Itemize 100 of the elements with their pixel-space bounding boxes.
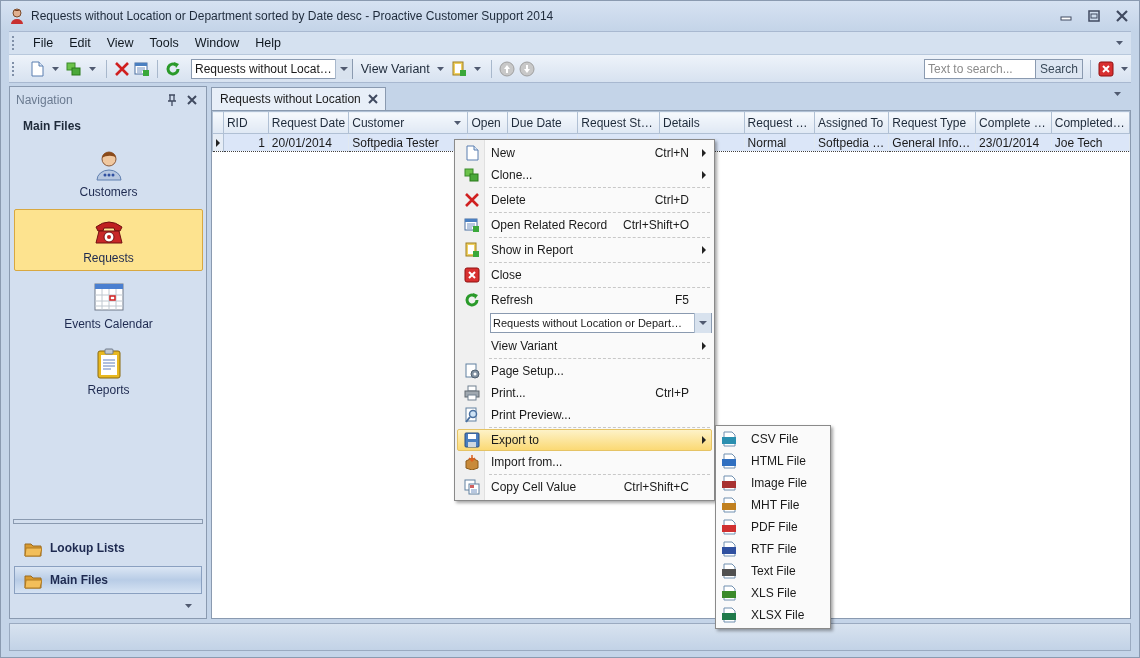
refresh-icon[interactable] — [165, 60, 181, 77]
menu-item[interactable]: Edit — [61, 36, 99, 50]
column-header[interactable]: Assigned To — [814, 111, 889, 134]
menu-item[interactable]: Show in Report — [457, 239, 712, 261]
window-title: Requests without Location or Department sorted by Date desc - Proactive Customer Support 2014 — [31, 9, 554, 23]
caret-icon[interactable] — [52, 66, 59, 71]
nav-item[interactable]: Requests — [14, 209, 203, 271]
report-icon[interactable] — [450, 60, 467, 77]
menu-item[interactable]: File — [25, 36, 62, 50]
column-header[interactable]: Due Date — [507, 111, 578, 134]
file-icon — [721, 497, 737, 513]
column-header[interactable]: Request Date — [268, 111, 349, 134]
close-icon[interactable] — [366, 93, 379, 105]
copy-icon — [464, 479, 480, 495]
nav-group[interactable]: Main Files — [14, 566, 202, 594]
column-header[interactable]: RID — [223, 111, 269, 134]
close-icon — [464, 267, 480, 283]
nav-item[interactable]: Customers — [14, 143, 203, 205]
nav-item[interactable]: Reports — [14, 341, 203, 403]
menu-item[interactable]: CSV File — [716, 428, 830, 450]
close-button[interactable] — [1113, 9, 1131, 23]
menu-item[interactable]: Clone... — [457, 164, 712, 186]
menu-item[interactable]: Page Setup... — [457, 360, 712, 382]
menu-item[interactable]: Import from... — [457, 451, 712, 473]
column-header[interactable]: Request Type — [888, 111, 976, 134]
menu-item[interactable]: RTF File — [716, 538, 830, 560]
menu-item[interactable]: XLS File — [716, 582, 830, 604]
column-header[interactable]: Details — [659, 111, 745, 134]
caret-icon — [334, 58, 352, 79]
menu-item[interactable]: Window — [186, 36, 248, 50]
file-icon — [721, 607, 737, 623]
clone-icon[interactable] — [66, 60, 82, 77]
column-header[interactable]: Request … — [744, 111, 815, 134]
view-variant-button[interactable]: View Variant — [360, 61, 430, 76]
caret-icon[interactable] — [454, 121, 462, 125]
menu-item[interactable]: MHT File — [716, 494, 830, 516]
report-icon — [464, 242, 480, 258]
column-header[interactable]: Complete … — [975, 111, 1052, 134]
nav-group[interactable]: Lookup Lists — [14, 534, 202, 562]
column-header[interactable]: Open — [467, 111, 508, 134]
box-icon — [464, 454, 480, 470]
cubes-icon — [464, 167, 480, 183]
menu-item[interactable]: Delete Ctrl+D — [457, 189, 712, 211]
nav-item[interactable]: Events Calendar — [14, 275, 203, 337]
file-icon — [721, 475, 737, 491]
pin-icon[interactable] — [166, 94, 178, 106]
user-icon — [9, 8, 25, 24]
file-icon — [721, 585, 737, 601]
file-icon — [721, 431, 737, 447]
view-variant-dropdown[interactable]: Requests without Locat… — [191, 58, 353, 79]
caret-icon[interactable] — [1114, 92, 1121, 96]
file-icon — [721, 563, 737, 579]
maximize-button[interactable] — [1085, 9, 1103, 23]
menu-item[interactable]: Tools — [141, 36, 187, 50]
row-pointer-icon — [215, 138, 220, 147]
menu-item[interactable]: Copy Cell Value Ctrl+Shift+C — [457, 476, 712, 498]
column-header[interactable]: Request St… — [577, 111, 660, 134]
caret-icon[interactable] — [473, 66, 481, 71]
column-header[interactable]: Customer — [348, 111, 468, 134]
menu-item[interactable]: Print Preview... — [457, 404, 712, 426]
menu-item[interactable]: Image File — [716, 472, 830, 494]
menu-item[interactable]: XLSX File — [716, 604, 830, 626]
search-field[interactable]: Text to search... — [923, 58, 1036, 79]
column-header[interactable]: Completed… — [1051, 111, 1130, 134]
file-icon — [721, 519, 737, 535]
new-document-icon[interactable] — [29, 60, 45, 77]
calendar-icon — [92, 281, 125, 313]
menu-item[interactable]: Export to — [457, 429, 712, 451]
caret-icon — [694, 313, 711, 333]
menu-item[interactable]: PDF File — [716, 516, 830, 538]
menu-item[interactable]: Refresh F5 — [457, 289, 712, 311]
file-icon — [721, 453, 737, 469]
menu-item[interactable]: Text File — [716, 560, 830, 582]
panel-title: Navigation — [16, 93, 73, 107]
menu-item[interactable]: Open Related Record Ctrl+Shift+O — [457, 214, 712, 236]
refresh-icon — [464, 292, 480, 308]
close-icon[interactable] — [1098, 60, 1114, 77]
close-icon[interactable] — [186, 94, 198, 106]
document-icon — [464, 145, 480, 161]
caret-icon[interactable] — [1116, 41, 1123, 45]
menu-item[interactable]: HTML File — [716, 450, 830, 472]
file-icon — [721, 541, 737, 557]
caret-icon[interactable] — [185, 604, 192, 608]
menu-item[interactable]: Print... Ctrl+P — [457, 382, 712, 404]
variant-dropdown[interactable]: Requests without Location or Depart… — [490, 313, 712, 333]
menu-item[interactable]: View — [98, 36, 142, 50]
record-icon — [464, 217, 480, 233]
delete-icon[interactable] — [114, 60, 130, 77]
document-tab[interactable]: Requests without Location — [211, 87, 386, 110]
menu-item[interactable]: Help — [247, 36, 289, 50]
caret-icon[interactable] — [436, 66, 444, 71]
delete-icon — [464, 192, 480, 208]
search-button[interactable]: Search — [1035, 58, 1083, 79]
magnifier-icon — [464, 407, 480, 423]
menu-item[interactable]: View Variant — [457, 335, 712, 357]
caret-icon[interactable] — [1121, 66, 1128, 71]
section-heading: Main Files — [22, 118, 82, 135]
caret-icon[interactable] — [89, 66, 96, 71]
record-icon[interactable] — [134, 60, 150, 77]
menu-item[interactable]: Close — [457, 264, 712, 286]
